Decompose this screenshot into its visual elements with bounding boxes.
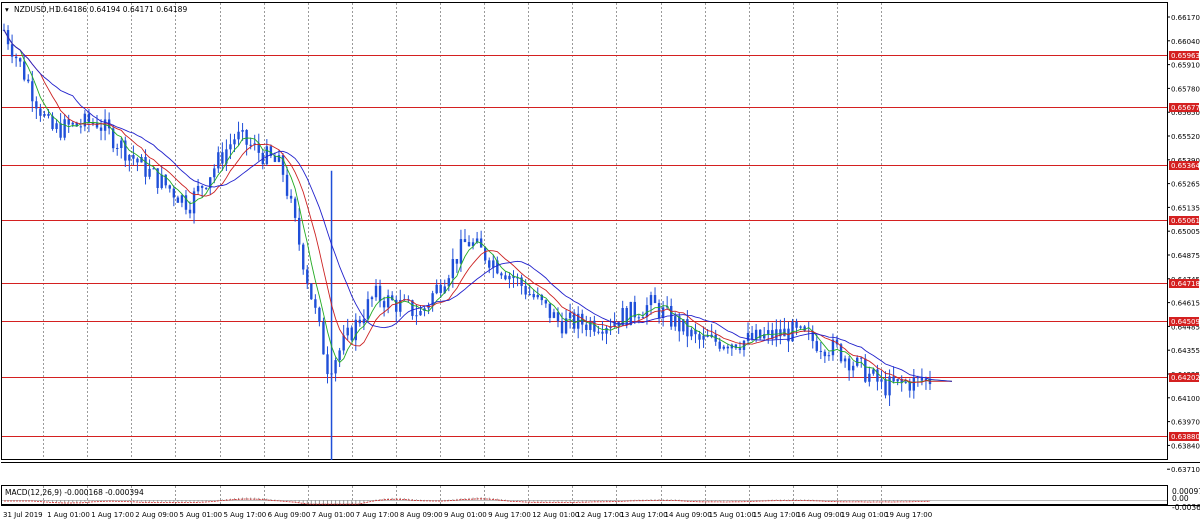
time-label: 9 Aug 17:00 xyxy=(488,511,531,519)
level-tag-label: 0.64202 xyxy=(1171,374,1200,382)
time-label: 31 Jul 2019 xyxy=(3,511,43,519)
candle xyxy=(310,283,313,300)
macd-tick-bottom: -0.003603 xyxy=(1172,503,1200,512)
price-tick-label: 0.64100 xyxy=(1171,395,1200,403)
price-tick-label: 0.65780 xyxy=(1171,85,1200,93)
level-tag-label: 0.65963 xyxy=(1171,52,1200,60)
time-label: 6 Aug 09:00 xyxy=(268,511,311,519)
ohlc-readout: 0.64186 0.64194 0.64171 0.64189 xyxy=(56,5,187,14)
price-tick-label: 0.64355 xyxy=(1171,347,1200,355)
candle xyxy=(758,329,762,340)
level-tag-label: 0.64509 xyxy=(1171,318,1200,326)
level-tag-label: 0.65677 xyxy=(1171,104,1200,112)
time-label: 7 Aug 01:00 xyxy=(312,511,355,519)
time-label: 9 Aug 01:00 xyxy=(444,511,487,519)
window-arrow-icon[interactable]: ▾ xyxy=(5,5,9,14)
macd-frame xyxy=(1,485,1168,505)
time-label: 5 Aug 17:00 xyxy=(224,511,267,519)
time-label: 1 Aug 17:00 xyxy=(91,511,134,519)
price-tick-label: 0.66040 xyxy=(1171,38,1200,46)
time-label: 7 Aug 17:00 xyxy=(356,511,399,519)
price-tick-label: 0.66170 xyxy=(1171,14,1200,22)
price-tick-label: 0.63710 xyxy=(1171,466,1200,474)
time-label: 16 Aug 09:00 xyxy=(797,511,844,519)
main-chart-frame xyxy=(1,2,1168,460)
candle xyxy=(322,317,325,355)
time-label: 15 Aug 01:00 xyxy=(709,511,756,519)
price-tick-label: 0.64875 xyxy=(1171,252,1200,260)
time-axis: 31 Jul 2019 1 Aug 01:00 1 Aug 17:00 2 Aug 0… xyxy=(3,511,932,519)
price-tick-label: 0.65520 xyxy=(1171,133,1200,141)
price-tick-label: 0.65005 xyxy=(1171,228,1200,236)
trading-chart-window: ▾ NZDUSD,H1 0.64186 0.64194 0.64171 0.64… xyxy=(0,0,1200,523)
level-tag-label: 0.65061 xyxy=(1171,217,1200,225)
candle xyxy=(629,301,632,326)
time-label: 5 Aug 01:00 xyxy=(179,511,222,519)
level-tag-label: 0.65364 xyxy=(1171,162,1200,170)
price-tick-label: 0.63840 xyxy=(1171,442,1200,450)
time-label: 14 Aug 09:00 xyxy=(665,511,712,519)
symbol-label: NZDUSD,H1 xyxy=(14,5,60,14)
time-label: 12 Aug 17:00 xyxy=(576,511,623,519)
level-tag-label: 0.64718 xyxy=(1171,280,1200,288)
time-label: 19 Aug 01:00 xyxy=(841,511,888,519)
time-label: 12 Aug 01:00 xyxy=(532,511,579,519)
chart-canvas[interactable]: ▾ NZDUSD,H1 0.64186 0.64194 0.64171 0.64… xyxy=(0,0,1200,523)
price-tick-label: 0.65265 xyxy=(1171,181,1200,189)
price-tick-label: 0.65135 xyxy=(1171,204,1200,212)
level-tag-label: 0.63880 xyxy=(1171,433,1200,441)
time-label: 13 Aug 17:00 xyxy=(620,511,667,519)
price-tick-label: 0.63970 xyxy=(1171,419,1200,427)
price-tick-label: 0.64615 xyxy=(1171,300,1200,308)
macd-label: MACD(12,26,9) -0.000168 -0.000394 xyxy=(5,488,144,497)
price-tick-label: 0.65910 xyxy=(1171,62,1200,70)
candle xyxy=(350,325,353,342)
time-label: 1 Aug 01:00 xyxy=(47,511,90,519)
time-label: 15 Aug 17:00 xyxy=(753,511,800,519)
macd-tick-zero: 0.00 xyxy=(1172,494,1189,503)
time-label: 2 Aug 09:00 xyxy=(135,511,178,519)
time-label: 19 Aug 17:00 xyxy=(885,511,932,519)
candle xyxy=(111,124,115,153)
time-label: 8 Aug 09:00 xyxy=(400,511,443,519)
